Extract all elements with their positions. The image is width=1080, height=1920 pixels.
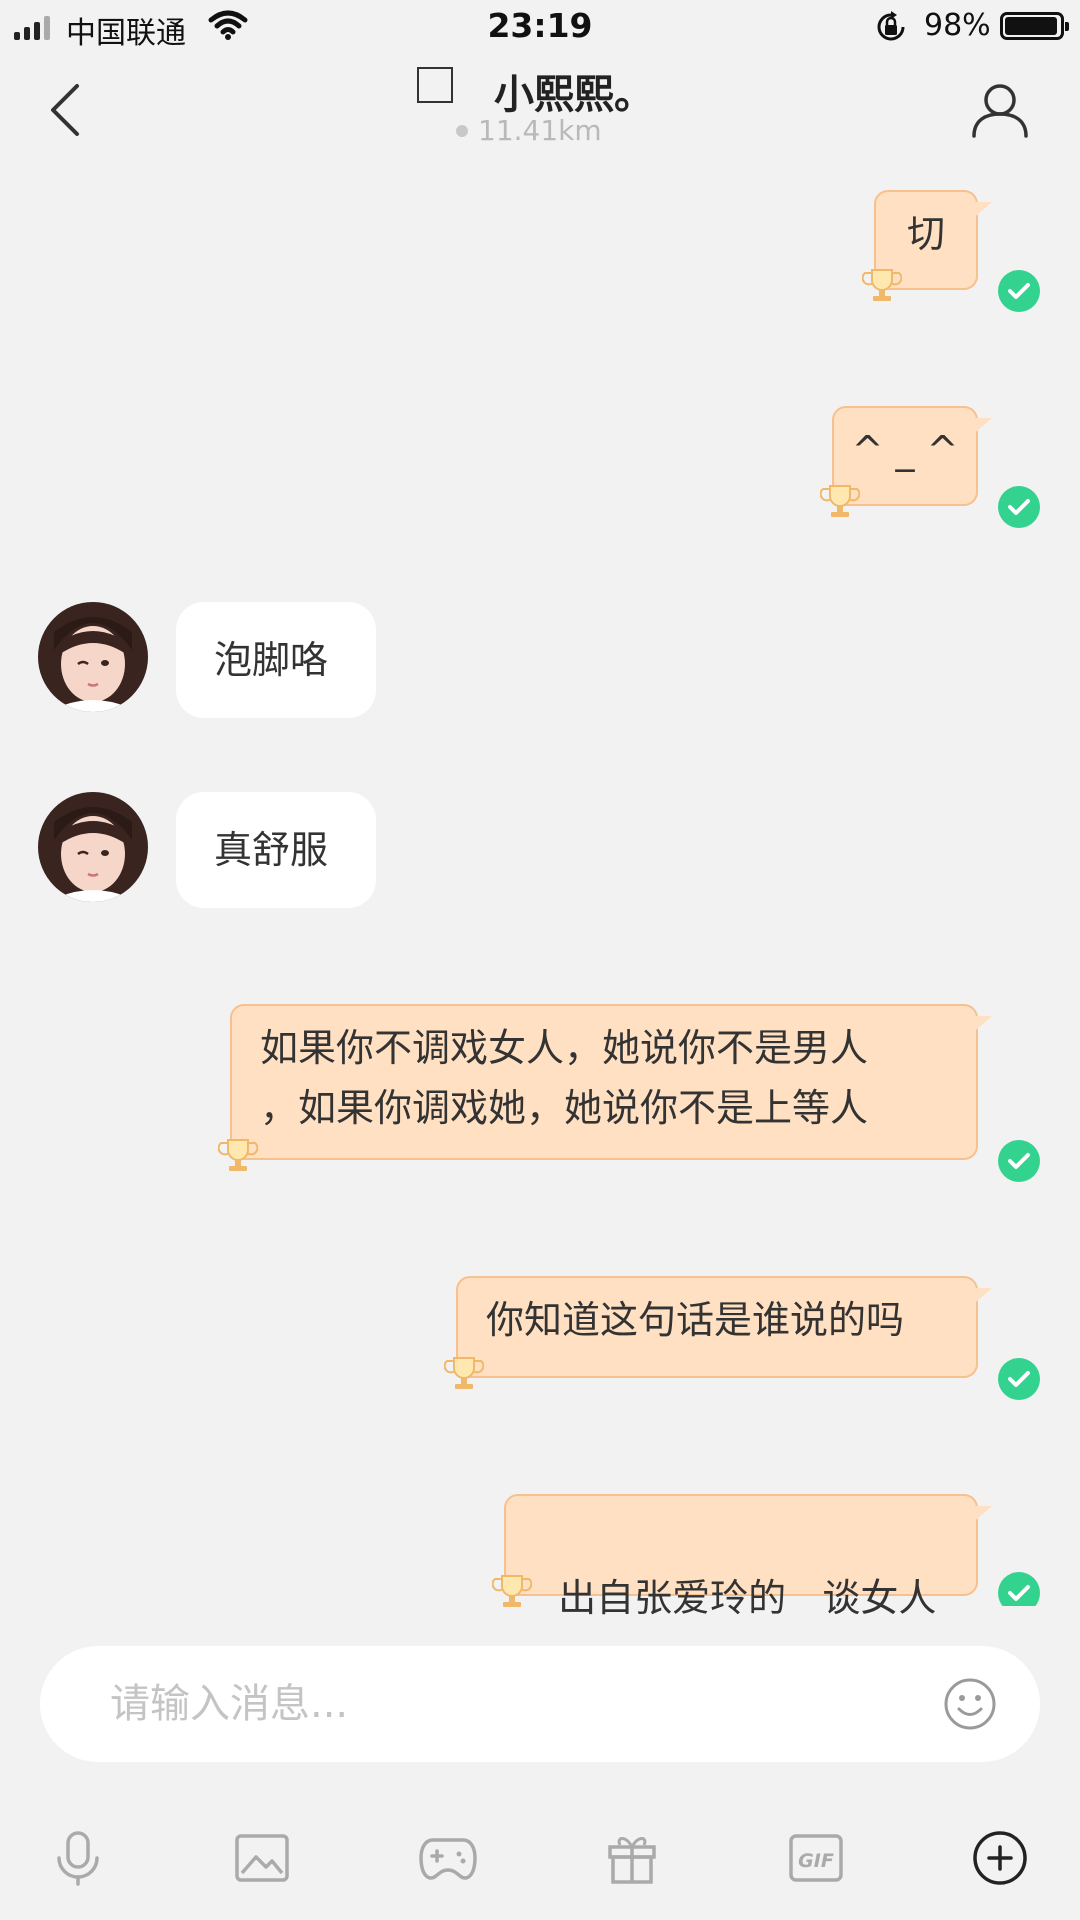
sent-check-icon [998,1358,1040,1400]
message-text: 切 [906,212,945,256]
trophy-icon [862,269,902,301]
trophy-icon [444,1357,484,1389]
message-text: 你知道这句话是谁说的吗 [486,1298,905,1342]
sent-check-icon [998,270,1040,312]
message-bubble-incoming[interactable]: 泡脚咯 [176,602,376,718]
game-button[interactable] [418,1828,478,1888]
person-icon [972,84,1028,138]
gamepad-icon [419,1838,477,1880]
more-button[interactable] [970,1828,1030,1888]
microphone-icon [57,1831,99,1886]
image-button[interactable] [232,1828,292,1888]
gif-icon: GIF [789,1834,843,1882]
message-text-line: 如果你不调戏女人，她说你不是男人 [260,1026,869,1070]
message-bubble-incoming[interactable]: 真舒服 [176,792,376,908]
back-button[interactable] [40,80,90,140]
status-time: 23:19 [487,6,593,45]
message-composer [40,1646,1040,1762]
sent-check-icon [998,1572,1040,1606]
sent-check-icon [998,486,1040,528]
message-bubble-outgoing[interactable]: ^ _ ^ [820,406,992,517]
status-bar: 中国联通 23:19 98% [0,0,1080,54]
message-text: 真舒服 [214,828,329,872]
message-text: 泡脚咯 [214,638,329,682]
distance-label: 11.41km [456,114,602,147]
battery-icon [1000,12,1069,40]
profile-button[interactable] [970,80,1030,144]
select-checkbox[interactable] [417,67,453,103]
battery-percent: 98% [924,8,991,43]
message-text: ^ _ ^ [851,428,959,472]
rotation-lock-icon [874,10,908,48]
emoji-button[interactable] [942,1676,998,1736]
contact-avatar[interactable] [38,602,148,712]
plus-circle-icon [973,1831,1027,1885]
message-input[interactable] [110,1646,930,1762]
chat-title: 小熙熙。 [494,72,654,118]
voice-button[interactable] [48,1828,108,1888]
gif-button[interactable]: GIF [786,1828,846,1888]
chevron-left-icon [51,84,79,136]
sent-check-icon [998,1140,1040,1182]
contact-avatar[interactable] [38,792,148,902]
sent-check-clip [998,1572,1040,1606]
gift-icon [608,1837,656,1884]
online-dot-icon [456,124,468,137]
message-bubble-outgoing[interactable]: 出自张爱玲的 谈女人 [492,1494,992,1620]
distance-value: 11.41km [478,114,602,147]
message-text-line: ，如果你调戏她，她说你不是上等人 [260,1086,869,1130]
gif-label: GIF [798,1850,834,1872]
message-text: 出自张爱玲的 谈女人 [558,1576,937,1620]
image-icon [235,1834,289,1882]
message-bubble-outgoing[interactable]: 你知道这句话是谁说的吗 [444,1276,992,1389]
smiley-icon [944,1678,996,1730]
gift-button[interactable] [602,1828,662,1888]
trophy-icon [492,1575,532,1607]
trophy-icon [218,1139,258,1171]
message-bubble-outgoing[interactable]: 切 [862,190,992,301]
trophy-icon [820,485,860,517]
message-bubble-outgoing[interactable]: 如果你不调戏女人，她说你不是男人 ，如果你调戏她，她说你不是上等人 [218,1004,992,1171]
